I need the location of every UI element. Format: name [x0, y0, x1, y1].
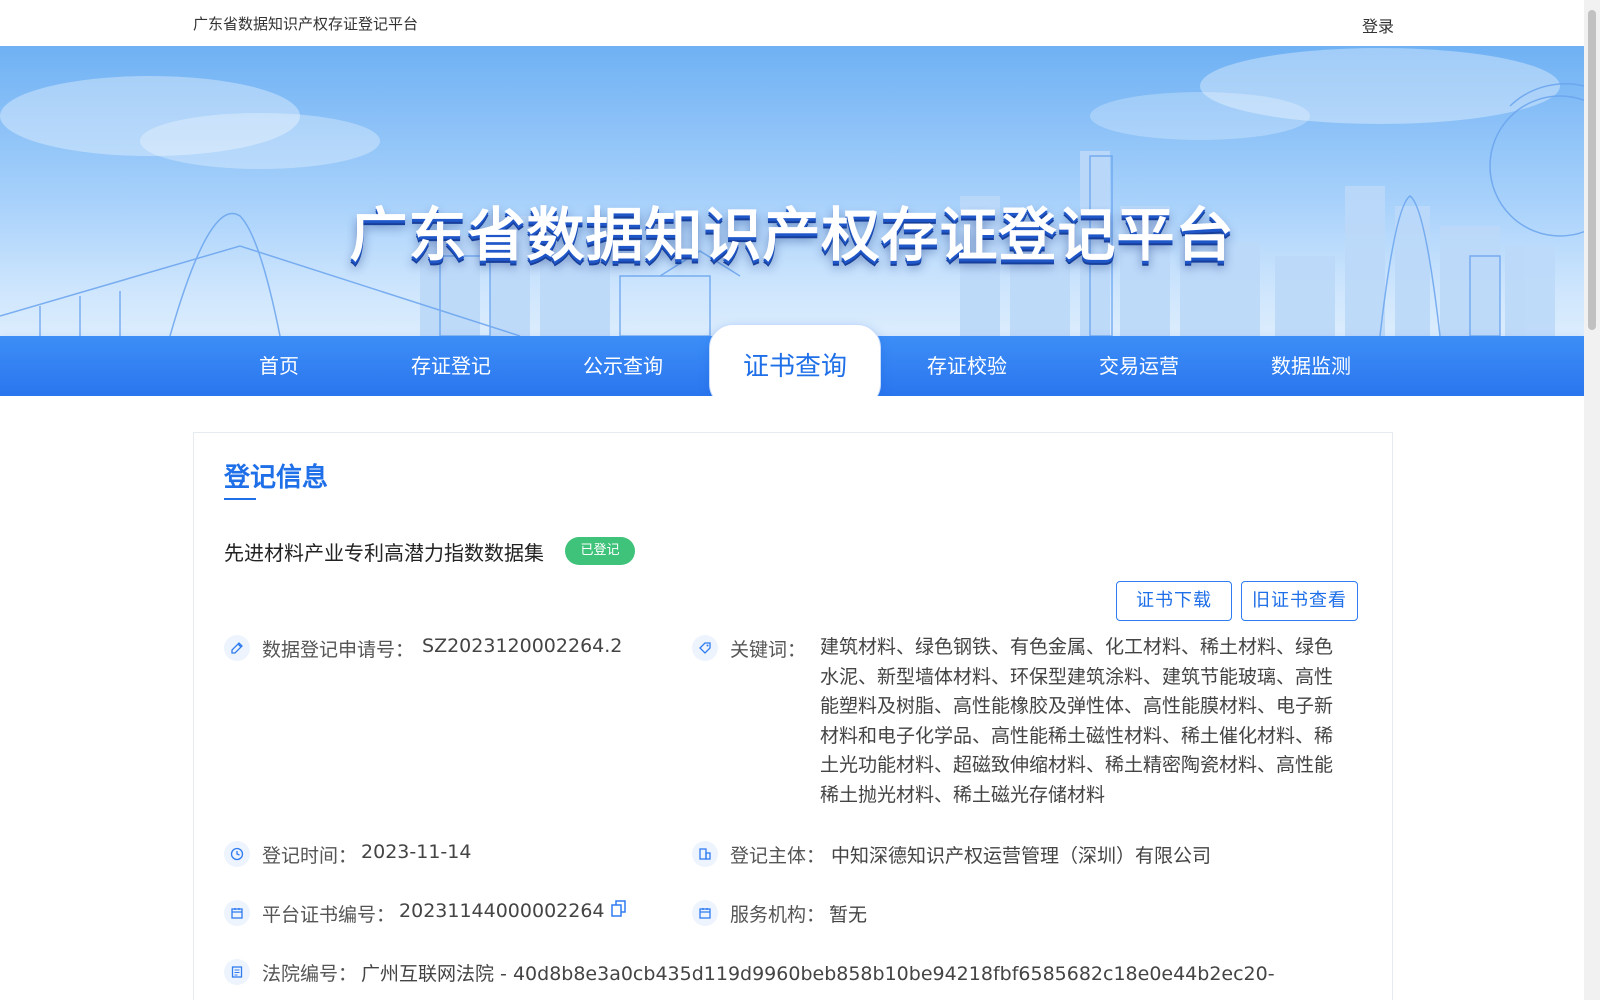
old-certificate-view-button[interactable]: 旧证书查看 — [1241, 581, 1358, 621]
document-icon — [224, 959, 250, 985]
application-number-value: SZ2023120002264.2 — [422, 635, 623, 657]
court-number-value: 广州互联网法院 - 40d8b8e3a0cb435d119d9960beb858… — [361, 963, 1275, 985]
copy-icon[interactable] — [610, 900, 627, 923]
registration-time-value: 2023-11-14 — [361, 841, 472, 863]
page-scrollbar[interactable] — [1584, 0, 1600, 1000]
nav-home[interactable]: 首页 — [193, 336, 365, 396]
top-bar: 广东省数据知识产权存证登记平台 登录 — [0, 0, 1584, 46]
tag-icon — [692, 635, 718, 661]
service-agency-value: 暂无 — [829, 904, 868, 926]
registration-subject-label: 登记主体： — [730, 845, 826, 867]
title-underline — [224, 498, 256, 500]
certificate-number-value: 20231144000002264 — [399, 900, 605, 922]
certificate-number-label: 平台证书编号： — [262, 904, 396, 926]
field-certificate-number: 平台证书编号： 20231144000002264 — [224, 900, 627, 927]
application-number-label: 数据登记申请号： — [262, 639, 415, 661]
nav-trade-operation[interactable]: 交易运营 — [1053, 336, 1225, 396]
edit-icon — [224, 635, 250, 661]
field-application-number: 数据登记申请号： SZ2023120002264.2 — [224, 635, 622, 662]
registration-info-card: 登记信息 先进材料产业专利高潜力指数数据集 已登记 证书下载 旧证书查看 数据登… — [193, 432, 1393, 1000]
main-nav: 首页 存证登记 公示查询 证书查询 存证校验 交易运营 数据监测 — [0, 324, 1584, 408]
banner: 广东省数据知识产权存证登记平台 — [0, 46, 1584, 336]
registration-time-label: 登记时间： — [262, 845, 358, 867]
calendar-icon — [224, 900, 250, 926]
keywords-value: 建筑材料、绿色钢铁、有色金属、化工材料、稀土材料、绿色水泥、新型墙体材料、环保型… — [820, 636, 1334, 806]
site-name: 广东省数据知识产权存证登记平台 — [193, 15, 419, 33]
nav-deposit-register[interactable]: 存证登记 — [365, 336, 537, 396]
card-title: 登记信息 — [224, 463, 329, 493]
nav-deposit-verify[interactable]: 存证校验 — [881, 336, 1053, 396]
registration-subject-value: 中知深德知识产权运营管理（深圳）有限公司 — [831, 845, 1212, 867]
nav-data-monitor[interactable]: 数据监测 — [1225, 336, 1397, 396]
content: 登记信息 先进材料产业专利高潜力指数数据集 已登记 证书下载 旧证书查看 数据登… — [0, 396, 1584, 1000]
service-agency-label: 服务机构： — [730, 904, 826, 926]
certificate-download-button[interactable]: 证书下载 — [1116, 581, 1232, 621]
login-link[interactable]: 登录 — [1362, 13, 1394, 37]
field-court-number: 法院编号： 广州互联网法院 - 40d8b8e3a0cb435d119d9960… — [224, 959, 1275, 986]
field-registration-subject: 登记主体： 中知深德知识产权运营管理（深圳）有限公司 — [692, 841, 1211, 868]
court-number-label: 法院编号： — [262, 963, 358, 985]
keywords-label: 关键词： — [730, 639, 807, 661]
banner-title: 广东省数据知识产权存证登记平台 — [349, 201, 1235, 269]
dataset-name: 先进材料产业专利高潜力指数数据集 — [224, 541, 544, 565]
page: 广东省数据知识产权存证登记平台 登录 广东省数据知识产权存证登记平台 首页 存证… — [0, 0, 1584, 1000]
building-icon — [692, 841, 718, 867]
clock-icon — [224, 841, 250, 867]
nav-public-query[interactable]: 公示查询 — [537, 336, 709, 396]
status-badge: 已登记 — [565, 537, 635, 565]
field-keywords: 关键词： 建筑材料、绿色钢铁、有色金属、化工材料、稀土材料、绿色水泥、新型墙体材… — [692, 635, 1335, 810]
calendar-icon — [692, 900, 718, 926]
field-service-agency: 服务机构： 暂无 — [692, 900, 867, 927]
field-registration-time: 登记时间： 2023-11-14 — [224, 841, 471, 868]
scrollbar-thumb[interactable] — [1588, 10, 1596, 330]
